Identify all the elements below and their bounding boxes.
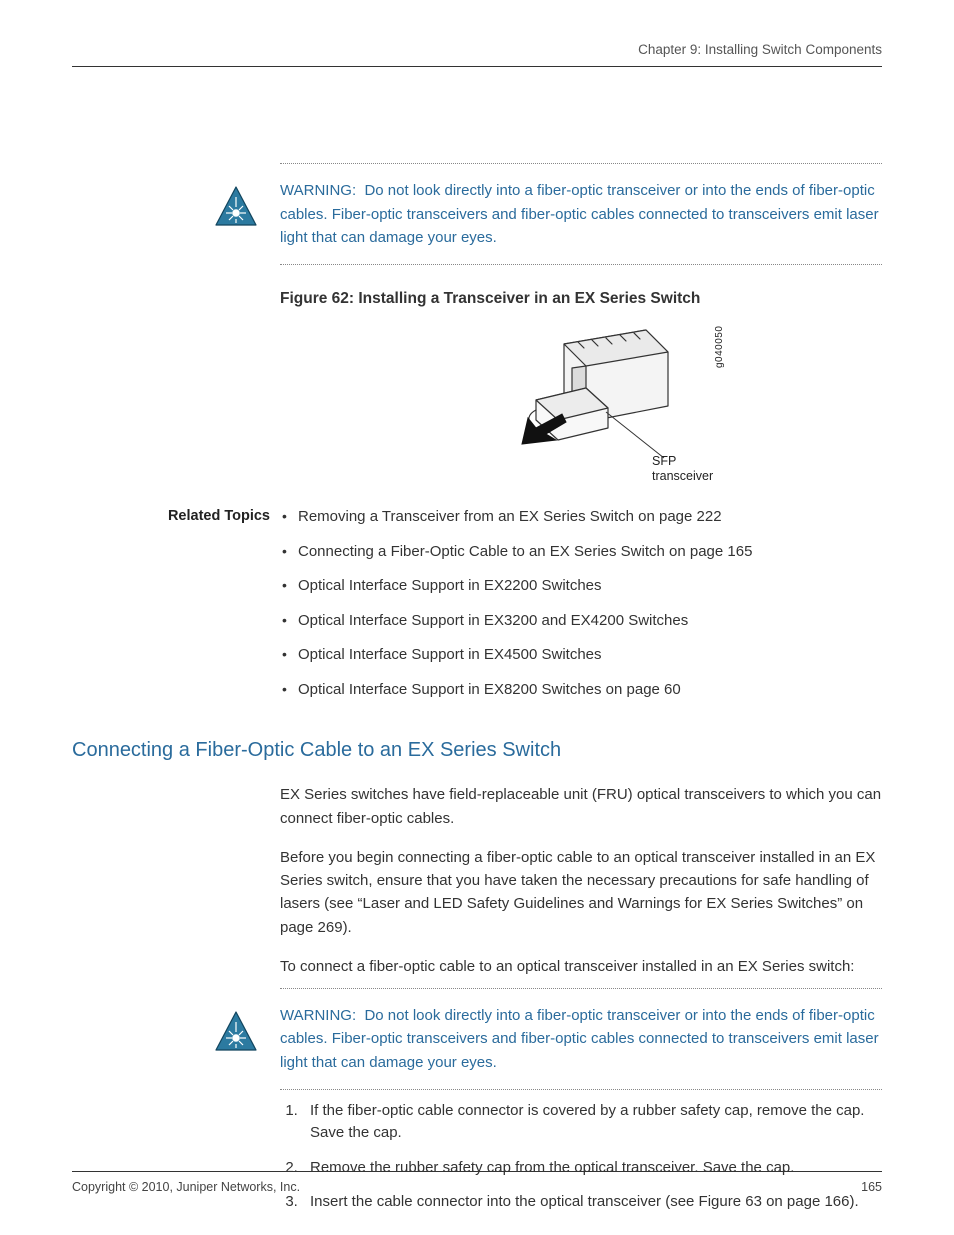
- related-link[interactable]: Connecting a Fiber-Optic Cable to an EX …: [298, 541, 882, 564]
- divider: [280, 264, 882, 265]
- warning-text: WARNING: Do not look directly into a fib…: [280, 179, 882, 249]
- chapter-label: Chapter 9: Installing Switch Components: [638, 42, 882, 57]
- divider: [280, 163, 882, 164]
- page: Chapter 9: Installing Switch Components: [0, 0, 954, 1235]
- figure-transceiver: SFP transceiver g040050: [416, 318, 746, 488]
- page-number: 165: [861, 1178, 882, 1197]
- warning-block: WARNING: Do not look directly into a fib…: [280, 1004, 882, 1074]
- warning-body: Do not look directly into a fiber-optic …: [280, 182, 879, 246]
- divider: [280, 988, 882, 989]
- body-paragraph: To connect a fiber-optic cable to an opt…: [280, 955, 882, 978]
- figure-callout: SFP transceiver: [652, 454, 713, 483]
- warning-body: Do not look directly into a fiber-optic …: [280, 1007, 879, 1071]
- warning-label: WARNING:: [280, 1007, 356, 1024]
- page-footer: Copyright © 2010, Juniper Networks, Inc.…: [72, 1171, 882, 1197]
- callout-line2: transceiver: [652, 469, 713, 483]
- section-heading: Connecting a Fiber-Optic Cable to an EX …: [72, 735, 882, 765]
- related-link[interactable]: Optical Interface Support in EX3200 and …: [298, 610, 882, 633]
- figure-id-label: g040050: [712, 326, 727, 368]
- body-paragraph: Before you begin connecting a fiber-opti…: [280, 846, 882, 939]
- related-link[interactable]: Optical Interface Support in EX2200 Swit…: [298, 575, 882, 598]
- warning-text: WARNING: Do not look directly into a fib…: [280, 1004, 882, 1074]
- laser-warning-icon: [214, 1010, 258, 1054]
- body-paragraph: EX Series switches have field-replaceabl…: [280, 783, 882, 830]
- related-topics-label: Related Topics: [154, 506, 270, 528]
- content-column: WARNING: Do not look directly into a fib…: [280, 163, 882, 1214]
- copyright: Copyright © 2010, Juniper Networks, Inc.: [72, 1178, 300, 1197]
- related-topics-list: Removing a Transceiver from an EX Series…: [280, 506, 882, 701]
- related-topics: Related Topics Removing a Transceiver fr…: [280, 506, 882, 701]
- related-link[interactable]: Removing a Transceiver from an EX Series…: [298, 506, 882, 529]
- related-link[interactable]: Optical Interface Support in EX4500 Swit…: [298, 644, 882, 667]
- related-link[interactable]: Optical Interface Support in EX8200 Swit…: [298, 679, 882, 702]
- step: If the fiber-optic cable connector is co…: [302, 1100, 882, 1145]
- figure-caption: Figure 62: Installing a Transceiver in a…: [280, 287, 882, 310]
- page-header: Chapter 9: Installing Switch Components: [72, 40, 882, 67]
- warning-block: WARNING: Do not look directly into a fib…: [280, 179, 882, 249]
- divider: [280, 1089, 882, 1090]
- laser-warning-icon: [214, 185, 258, 229]
- warning-label: WARNING:: [280, 182, 356, 199]
- callout-line1: SFP: [652, 454, 676, 468]
